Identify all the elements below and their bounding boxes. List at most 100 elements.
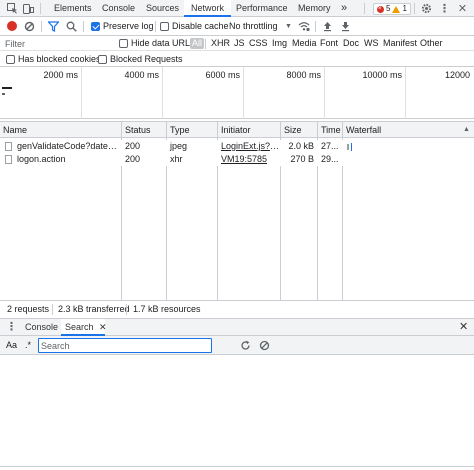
has-blocked-cookies-label[interactable]: Has blocked cookies — [18, 54, 101, 65]
request-size: 270 B — [290, 154, 314, 164]
filter-funnel-icon[interactable] — [47, 20, 60, 33]
overview-gridline — [81, 67, 82, 119]
drawer-tab-console[interactable]: Console — [20, 319, 63, 336]
overview-gridline — [162, 67, 163, 119]
warning-count: 1 — [402, 4, 407, 13]
close-drawer-icon[interactable]: ✕ — [459, 319, 468, 336]
issues-counter[interactable]: 5 1 — [373, 3, 411, 15]
more-options-kebab-icon[interactable]: ⋮ — [438, 2, 451, 15]
type-filter-js[interactable]: JS — [232, 38, 247, 49]
search-input[interactable] — [38, 338, 212, 353]
overview-gridline — [405, 67, 406, 119]
request-time: 29... — [321, 154, 339, 164]
tab-performance[interactable]: Performance — [230, 0, 294, 17]
type-filter-img[interactable]: Img — [270, 38, 289, 49]
clear-search-icon[interactable] — [258, 339, 271, 352]
request-initiator-link[interactable]: VM19:5785 — [218, 153, 280, 166]
close-tab-icon[interactable]: ✕ — [99, 322, 107, 332]
divider — [315, 21, 316, 32]
type-filter-ws[interactable]: WS — [362, 38, 381, 49]
settings-gear-icon[interactable] — [420, 2, 433, 15]
request-name[interactable]: genValidateCode?dateTim... — [14, 140, 121, 153]
tab-console[interactable]: Console — [96, 0, 141, 17]
waterfall-bar-download — [351, 143, 352, 151]
tab-memory[interactable]: Memory — [292, 0, 337, 17]
network-conditions-wifi-icon[interactable] — [297, 20, 310, 33]
transferred-size: 2.3 kB transferred — [58, 304, 130, 314]
error-count: 5 — [386, 4, 391, 13]
column-header-initiator[interactable]: Initiator — [218, 122, 280, 138]
waterfall-bar-waiting — [347, 144, 349, 150]
device-toolbar-icon[interactable] — [22, 2, 35, 15]
network-status-bar: 2 requests 2.3 kB transferred 1.7 kB res… — [0, 300, 474, 319]
export-har-download-icon[interactable] — [339, 20, 352, 33]
match-case-button[interactable]: Aa — [6, 340, 17, 351]
network-toolbar: Preserve log Disable cache No throttling… — [0, 17, 474, 36]
drawer-menu-kebab-icon[interactable]: ⋮ — [6, 319, 17, 336]
network-overview-timeline[interactable]: 2000 ms 4000 ms 6000 ms 8000 ms 10000 ms… — [0, 67, 474, 119]
error-icon — [377, 5, 384, 13]
column-header-type[interactable]: Type — [167, 122, 217, 138]
search-icon[interactable] — [65, 20, 78, 33]
regex-button[interactable]: .* — [25, 340, 31, 351]
blocked-requests-label[interactable]: Blocked Requests — [110, 54, 183, 65]
hide-data-urls-checkbox[interactable] — [119, 39, 128, 48]
request-status: 200 — [125, 141, 141, 151]
type-filter-all[interactable]: All — [190, 38, 205, 49]
column-header-status[interactable]: Status — [122, 122, 166, 138]
type-filter-font[interactable]: Font — [318, 38, 340, 49]
overview-request-bar — [2, 87, 12, 89]
type-filter-other[interactable]: Other — [418, 38, 445, 49]
preserve-log-checkbox[interactable] — [91, 22, 100, 31]
refresh-icon[interactable] — [239, 339, 252, 352]
preserve-log-label[interactable]: Preserve log — [103, 21, 154, 32]
tab-network[interactable]: Network — [184, 0, 232, 17]
type-filter-media[interactable]: Media — [290, 38, 319, 49]
disable-cache-label[interactable]: Disable cache — [172, 21, 229, 32]
overview-tick-label: 6000 ms — [205, 70, 240, 80]
more-tabs-icon[interactable]: » — [338, 0, 350, 17]
request-name[interactable]: logon.action — [14, 153, 121, 166]
close-devtools-icon[interactable]: ✕ — [456, 2, 469, 15]
drawer-tab-search[interactable]: Search ✕ — [61, 319, 107, 336]
import-har-upload-icon[interactable] — [321, 20, 334, 33]
tab-sources[interactable]: Sources — [140, 0, 185, 17]
blocked-requests-checkbox[interactable] — [98, 55, 107, 64]
overview-tick-label: 2000 ms — [43, 70, 78, 80]
divider — [414, 3, 415, 14]
divider — [205, 39, 206, 49]
overview-tick-label: 12000 — [444, 70, 470, 80]
sort-ascending-icon[interactable]: ▲ — [460, 122, 472, 138]
throttling-select[interactable]: No throttling — [229, 21, 278, 32]
filter-input[interactable] — [2, 37, 110, 50]
search-toolbar: Aa .* — [0, 336, 474, 355]
column-header-size[interactable]: Size — [281, 122, 317, 138]
divider — [52, 304, 53, 315]
divider — [0, 466, 474, 467]
disable-cache-checkbox[interactable] — [160, 22, 169, 31]
type-filter-xhr[interactable]: XHR — [209, 38, 232, 49]
request-type: xhr — [170, 154, 183, 164]
column-header-waterfall[interactable]: Waterfall — [343, 122, 453, 138]
request-size: 2.0 kB — [288, 141, 314, 151]
chevron-down-icon[interactable]: ▼ — [285, 21, 292, 32]
hide-data-urls-label[interactable]: Hide data URLs — [131, 38, 195, 49]
request-type: jpeg — [170, 141, 188, 151]
request-initiator-link[interactable]: LoginExt.js?v... — [218, 140, 280, 153]
request-count: 2 requests — [7, 304, 50, 314]
table-row[interactable]: logon.action 200 xhr VM19:5785 270 B 29.… — [0, 153, 474, 166]
divider — [126, 304, 127, 315]
column-header-name[interactable]: Name — [0, 122, 121, 138]
tab-elements[interactable]: Elements — [48, 0, 98, 17]
type-filter-doc[interactable]: Doc — [341, 38, 361, 49]
type-filter-css[interactable]: CSS — [247, 38, 270, 49]
table-row[interactable]: genValidateCode?dateTim... 200 jpeg Logi… — [0, 140, 474, 153]
inspect-element-icon[interactable] — [6, 2, 19, 15]
requests-table-header: Name Status Type Initiator Size Time Wat… — [0, 121, 474, 138]
record-button-icon[interactable] — [7, 21, 17, 31]
has-blocked-cookies-checkbox[interactable] — [6, 55, 15, 64]
overview-tick-label: 10000 ms — [362, 70, 402, 80]
type-filter-manifest[interactable]: Manifest — [381, 38, 419, 49]
column-header-time[interactable]: Time — [318, 122, 342, 138]
clear-log-icon[interactable] — [23, 20, 36, 33]
